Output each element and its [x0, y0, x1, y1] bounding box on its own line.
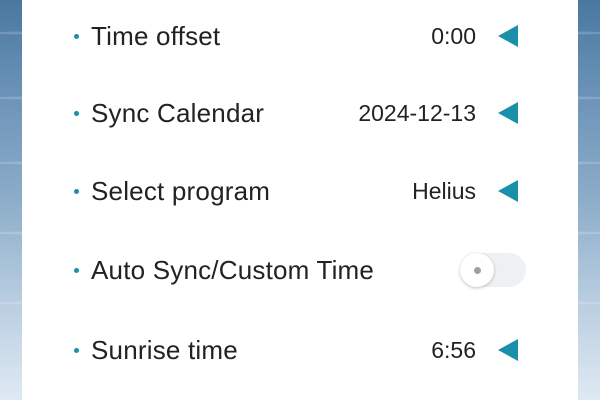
- setting-row-sunrise-time[interactable]: Sunrise time 6:56: [22, 320, 578, 380]
- setting-row-time-offset[interactable]: Time offset 0:00: [22, 6, 578, 66]
- setting-value: 6:56: [431, 336, 476, 363]
- triangle-left-icon[interactable]: [498, 25, 518, 47]
- triangle-left-icon[interactable]: [498, 180, 518, 202]
- bullet-icon: [74, 188, 79, 194]
- setting-value: Helius: [412, 177, 476, 204]
- bullet-icon: [74, 347, 79, 353]
- bullet-icon: [74, 110, 79, 116]
- triangle-left-icon[interactable]: [498, 102, 518, 124]
- setting-label: Sunrise time: [91, 334, 238, 365]
- auto-sync-toggle[interactable]: [460, 253, 526, 287]
- settings-panel: Time offset 0:00 Sync Calendar 2024-12-1…: [22, 0, 578, 400]
- setting-label: Sync Calendar: [91, 97, 265, 128]
- setting-label: Time offset: [91, 20, 221, 51]
- toggle-knob: [460, 253, 494, 287]
- setting-value: 2024-12-13: [358, 99, 476, 126]
- setting-row-sync-calendar[interactable]: Sync Calendar 2024-12-13: [22, 83, 578, 143]
- setting-row-select-program[interactable]: Select program Helius: [22, 161, 578, 221]
- toggle-dot-icon: [474, 267, 481, 274]
- setting-label: Auto Sync/Custom Time: [91, 254, 375, 285]
- setting-row-auto-sync: Auto Sync/Custom Time: [22, 240, 578, 300]
- bullet-icon: [74, 267, 79, 273]
- bullet-icon: [74, 33, 79, 39]
- setting-value: 0:00: [431, 22, 476, 49]
- setting-label: Select program: [91, 175, 271, 206]
- triangle-left-icon[interactable]: [498, 339, 518, 361]
